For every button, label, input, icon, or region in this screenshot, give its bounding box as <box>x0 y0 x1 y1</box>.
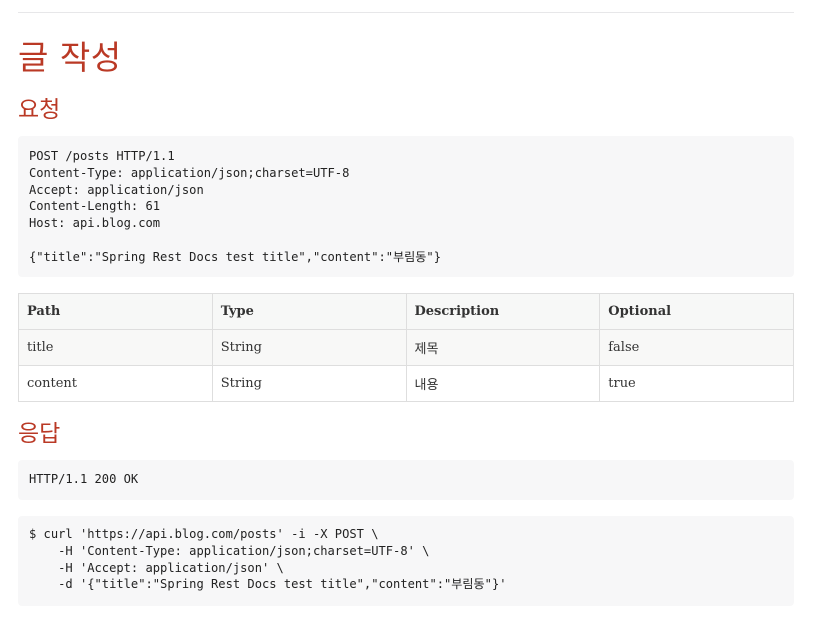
page-title: 글 작성 <box>18 38 122 77</box>
column-header-description: Description <box>405 293 601 330</box>
code-line: -H 'Content-Type: application/json;chars… <box>29 543 430 558</box>
table-row: content String 내용 true <box>18 365 794 402</box>
code-line: Accept: application/json <box>29 182 204 197</box>
code-line: Content-Length: 61 <box>29 199 161 214</box>
cell-type: String <box>211 365 407 402</box>
request-fields-table: Path Type Description Optional title Str… <box>18 293 794 402</box>
code-line: POST /posts HTTP/1.1 <box>29 149 175 163</box>
cell-optional: false <box>599 329 794 366</box>
document-page: 글 작성 요청 POST /posts HTTP/1.1 Content-Type… <box>0 0 816 622</box>
top-divider <box>18 12 794 13</box>
cell-path: content <box>18 365 213 402</box>
column-header-path: Path <box>18 293 213 330</box>
request-heading: 요청 <box>18 97 61 123</box>
table-row: title String 제목 false <box>18 329 794 366</box>
cell-path: title <box>18 329 213 366</box>
http-request-snippet: POST /posts HTTP/1.1 Content-Type: applic… <box>18 136 794 277</box>
cell-description: 제목 <box>405 329 601 366</box>
code-line: HTTP/1.1 200 OK <box>29 472 139 486</box>
cell-optional: true <box>599 365 794 402</box>
code-line: Host: api.blog.com <box>29 216 161 231</box>
code-line: -d '{"title":"Spring Rest Docs test titl… <box>29 577 507 592</box>
cell-description: 내용 <box>405 365 601 402</box>
cell-type: String <box>211 329 407 366</box>
table-header-row: Path Type Description Optional <box>18 293 794 330</box>
response-heading: 응답 <box>18 421 61 447</box>
code-line: -H 'Accept: application/json' \ <box>29 560 284 575</box>
code-line: {"title":"Spring Rest Docs test title","… <box>29 249 441 264</box>
curl-request-snippet: $ curl 'https://api.blog.com/posts' -i -… <box>18 516 794 606</box>
code-line: $ curl 'https://api.blog.com/posts' -i -… <box>29 527 379 541</box>
column-header-type: Type <box>211 293 407 330</box>
column-header-optional: Optional <box>599 293 794 330</box>
http-response-snippet: HTTP/1.1 200 OK <box>18 460 794 500</box>
code-line: Content-Type: application/json;charset=U… <box>29 165 350 180</box>
